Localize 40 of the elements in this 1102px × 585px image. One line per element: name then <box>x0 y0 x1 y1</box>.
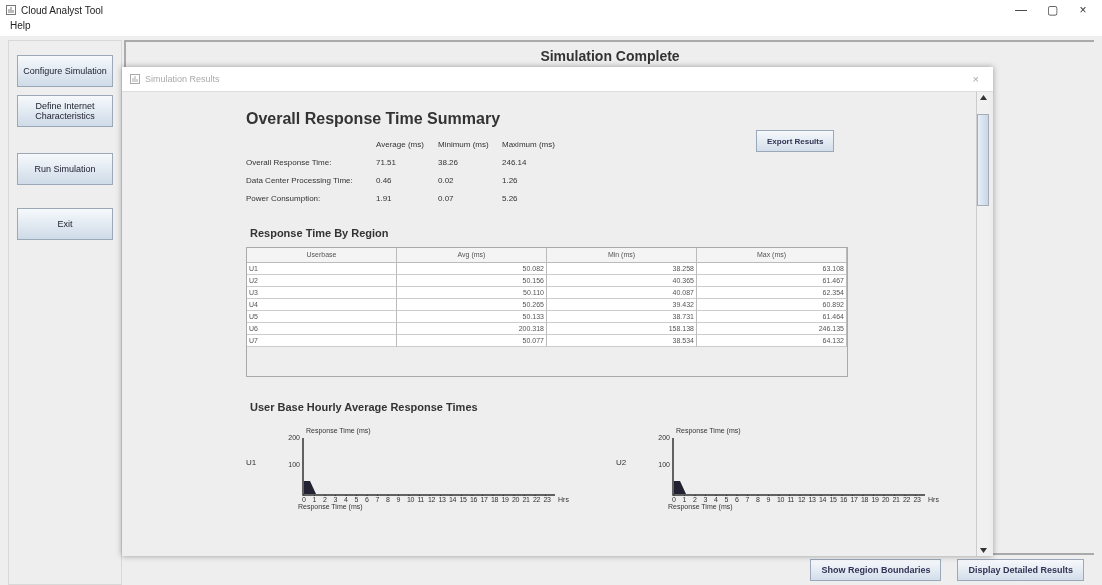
column-header: Average (ms) <box>376 140 425 149</box>
sidebar-button[interactable]: Define Internet Characteristics <box>17 95 113 127</box>
series-label: U1 <box>246 458 258 467</box>
window-control[interactable]: — <box>1008 3 1034 17</box>
summary-value: 1.26 <box>502 176 519 185</box>
series-label: U2 <box>616 458 628 467</box>
dialog-title: Simulation Results <box>145 74 221 84</box>
sidebar-button[interactable]: Exit <box>17 208 113 240</box>
section-heading: Response Time By Region <box>250 227 390 239</box>
sidebar-button[interactable]: Configure Simulation <box>17 55 113 87</box>
column-header: Maximum (ms) <box>502 140 556 149</box>
summary-value: 71.51 <box>376 158 398 167</box>
scroll-thumb[interactable] <box>977 114 989 206</box>
summary-value: 0.46 <box>376 176 393 185</box>
scroll-up-icon[interactable] <box>979 95 987 100</box>
app-icon <box>6 5 16 15</box>
row-label: Overall Response Time: <box>246 158 333 167</box>
window-control[interactable]: × <box>1070 3 1096 17</box>
status-heading: Simulation Complete <box>540 48 680 64</box>
section-heading: User Base Hourly Average Response Times <box>250 401 479 413</box>
row-label: Data Center Processing Time: <box>246 176 354 185</box>
footer-button[interactable]: Show Region Boundaries <box>810 559 942 581</box>
summary-value: 38.26 <box>438 158 460 167</box>
summary-value: 0.07 <box>438 194 455 203</box>
window-control[interactable]: ▢ <box>1039 3 1065 17</box>
footer-button[interactable]: Display Detailed Results <box>957 559 1084 581</box>
menu-item[interactable]: Help <box>10 20 31 36</box>
row-label: Power Consumption: <box>246 194 322 203</box>
app-icon <box>130 74 140 84</box>
sidebar-button[interactable]: Run Simulation <box>17 153 113 185</box>
summary-value: 1.91 <box>376 194 393 203</box>
summary-value: 0.02 <box>438 176 455 185</box>
window-title: Cloud Analyst Tool <box>21 4 105 16</box>
summary-value: 5.26 <box>502 194 519 203</box>
column-header: Minimum (ms) <box>438 140 490 149</box>
export-button[interactable]: Export Results <box>756 130 835 152</box>
summary-value: 246.14 <box>502 158 528 167</box>
scroll-down-icon[interactable] <box>979 548 987 553</box>
scrollbar[interactable] <box>976 92 989 556</box>
summary-heading: Overall Response Time Summary <box>246 110 502 128</box>
